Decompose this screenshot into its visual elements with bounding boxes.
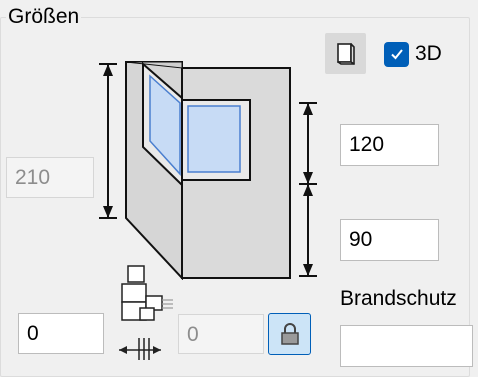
upper-height-field[interactable]: 120 [340, 124, 439, 166]
brandschutz-label: Brandschutz [340, 287, 457, 310]
offset-diagram-icon [119, 265, 173, 360]
checkbox-3d[interactable]: 3D [384, 40, 442, 68]
checkmark-icon [390, 49, 403, 60]
lock-button[interactable] [268, 313, 311, 355]
checkbox-3d-label: 3D [415, 42, 442, 65]
window-corner-illustration [99, 61, 317, 280]
brandschutz-field[interactable] [340, 325, 473, 367]
view-toggle-button[interactable] [325, 33, 366, 74]
left-offset-field[interactable]: 0 [18, 313, 104, 354]
group-title: Größen [6, 4, 82, 30]
linked-offset-field[interactable]: 0 [178, 314, 264, 354]
lock-icon [280, 323, 299, 345]
box-view-icon [336, 42, 355, 65]
lower-height-field[interactable]: 90 [340, 219, 439, 261]
checkbox-3d-box[interactable] [384, 41, 409, 67]
total-height-field[interactable]: 210 [6, 157, 94, 198]
